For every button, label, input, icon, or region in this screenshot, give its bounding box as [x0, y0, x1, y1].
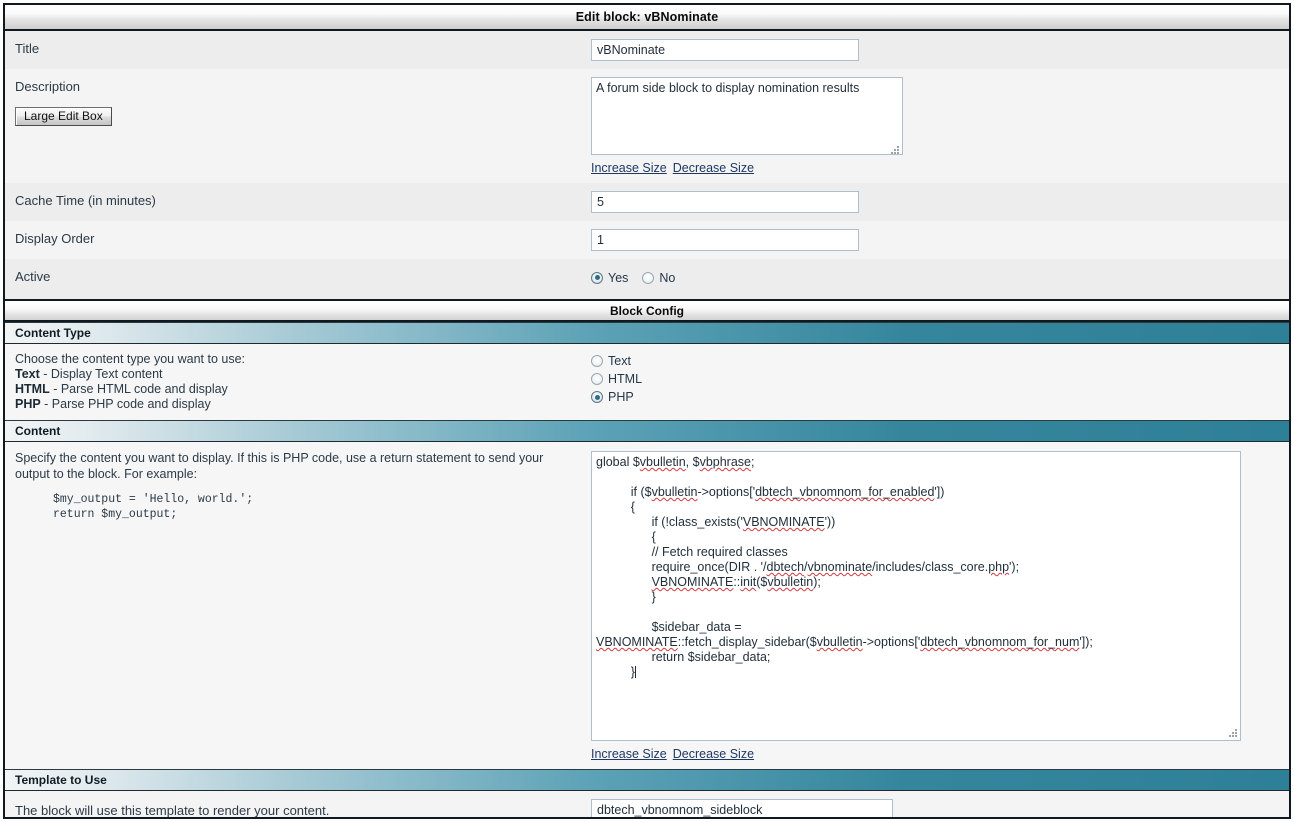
content-type-header: Content Type: [15, 326, 91, 340]
radio-text-icon[interactable]: [591, 355, 603, 367]
active-option-no-label: No: [659, 270, 676, 285]
form-row-description: Description Large Edit Box A forum side …: [5, 69, 1289, 183]
content-type-radio-group: Text HTML PHP: [591, 344, 1289, 416]
code-line-0: global $vbulletin, $vbphrase;: [596, 455, 755, 469]
description-textarea-wrap: [591, 77, 903, 158]
edit-block-page: Edit block: vBNominate Title Description…: [0, 0, 1294, 822]
description-field-cell: Increase Size Decrease Size: [591, 69, 1289, 183]
content-example-code: $my_output = 'Hello, world.'; return $my…: [53, 493, 254, 521]
section-content-type: Content Type: [5, 322, 1289, 344]
description-size-links: Increase Size Decrease Size: [591, 158, 1289, 175]
content-type-desc-1: HTML - Parse HTML code and display: [15, 382, 591, 397]
page-title: Edit block: vBNominate: [575, 10, 719, 24]
content-type-desc-0-text: - Display Text content: [39, 367, 163, 381]
block-config-header: Block Config: [610, 303, 684, 318]
cache-time-label: Cache Time (in minutes): [15, 193, 156, 208]
active-radio-group: Yes No: [591, 268, 1289, 287]
description-label-cell: Description Large Edit Box: [5, 69, 591, 135]
content-body: Specify the content you want to display.…: [5, 442, 1289, 769]
radio-no-icon[interactable]: [642, 271, 655, 284]
active-label: Active: [15, 269, 51, 284]
content-size-links: Increase Size Decrease Size: [591, 744, 1289, 761]
cache-time-input[interactable]: [591, 191, 859, 213]
content-type-desc-1-text: - Parse HTML code and display: [49, 382, 228, 396]
form-row-display-order: Display Order: [5, 221, 1289, 259]
content-field-cell: global $vbulletin, $vbphrase; if ($vbull…: [591, 442, 1289, 769]
content-textarea-wrap: global $vbulletin, $vbphrase; if ($vbull…: [591, 451, 1241, 741]
title-input[interactable]: [591, 39, 859, 61]
content-type-desc-2-name: PHP: [15, 397, 41, 411]
content-header: Content: [15, 424, 61, 438]
description-label: Description: [15, 79, 81, 94]
content-type-intro: Choose the content type you want to use:: [15, 352, 246, 366]
display-order-field-cell: [591, 221, 1289, 259]
description-textarea[interactable]: [591, 77, 903, 155]
content-type-body: Choose the content type you want to use:…: [5, 344, 1289, 420]
content-type-option-text-label: Text: [608, 354, 631, 368]
content-explain-text: Specify the content you want to display.…: [15, 451, 544, 481]
active-option-yes[interactable]: Yes: [591, 271, 628, 285]
content-type-option-html-label: HTML: [608, 372, 643, 386]
content-type-desc-1-name: HTML: [15, 382, 50, 396]
content-textarea[interactable]: global $vbulletin, $vbphrase; if ($vbull…: [591, 451, 1241, 741]
radio-php-icon[interactable]: [591, 391, 603, 403]
large-edit-box-button[interactable]: Large Edit Box: [15, 107, 112, 126]
content-type-option-php-label: PHP: [608, 390, 634, 404]
active-option-no[interactable]: No: [642, 271, 675, 285]
template-field-cell: [591, 793, 1289, 817]
form-row-title: Title: [5, 31, 1289, 69]
content-type-desc-text: Text - Display Text content HTML - Parse…: [15, 367, 591, 412]
title-field-cell: [591, 31, 1289, 69]
section-template-to-use: Template to Use: [5, 769, 1289, 791]
content-type-option-php[interactable]: PHP: [591, 390, 1275, 404]
content-type-option-html[interactable]: HTML: [591, 372, 1275, 386]
template-header: Template to Use: [15, 773, 107, 787]
section-block-config: Block Config: [5, 299, 1289, 322]
cache-time-field-cell: [591, 183, 1289, 221]
content-decrease-size-link[interactable]: Decrease Size: [673, 747, 754, 761]
form-row-cache-time: Cache Time (in minutes): [5, 183, 1289, 221]
content-type-desc-0: Text - Display Text content: [15, 367, 591, 382]
section-content: Content: [5, 420, 1289, 442]
content-type-option-text[interactable]: Text: [591, 354, 1275, 368]
active-option-yes-label: Yes: [608, 270, 629, 285]
text-caret: [634, 666, 636, 678]
template-body: The block will use this template to rend…: [5, 791, 1289, 818]
template-input[interactable]: [591, 799, 893, 817]
active-field-cell: Yes No: [591, 259, 1289, 295]
content-type-description: Choose the content type you want to use:…: [5, 344, 591, 420]
display-order-input[interactable]: [591, 229, 859, 251]
window-titlebar: Edit block: vBNominate: [5, 5, 1289, 31]
form-row-active: Active Yes No: [5, 259, 1289, 299]
content-type-desc-0-name: Text: [15, 367, 40, 381]
display-order-label: Display Order: [15, 231, 95, 246]
window-frame: Edit block: vBNominate Title Description…: [3, 3, 1291, 819]
radio-html-icon[interactable]: [591, 373, 603, 385]
template-explain: The block will use this template to rend…: [15, 802, 330, 818]
content-type-desc-2-text: - Parse PHP code and display: [40, 397, 211, 411]
description-decrease-size-link[interactable]: Decrease Size: [673, 161, 754, 175]
content-explain-cell: Specify the content you want to display.…: [5, 442, 591, 530]
content-increase-size-link[interactable]: Increase Size: [591, 747, 667, 761]
content-type-desc-2: PHP - Parse PHP code and display: [15, 397, 591, 412]
description-increase-size-link[interactable]: Increase Size: [591, 161, 667, 175]
radio-yes-icon[interactable]: [591, 271, 603, 284]
title-label: Title: [15, 41, 40, 56]
